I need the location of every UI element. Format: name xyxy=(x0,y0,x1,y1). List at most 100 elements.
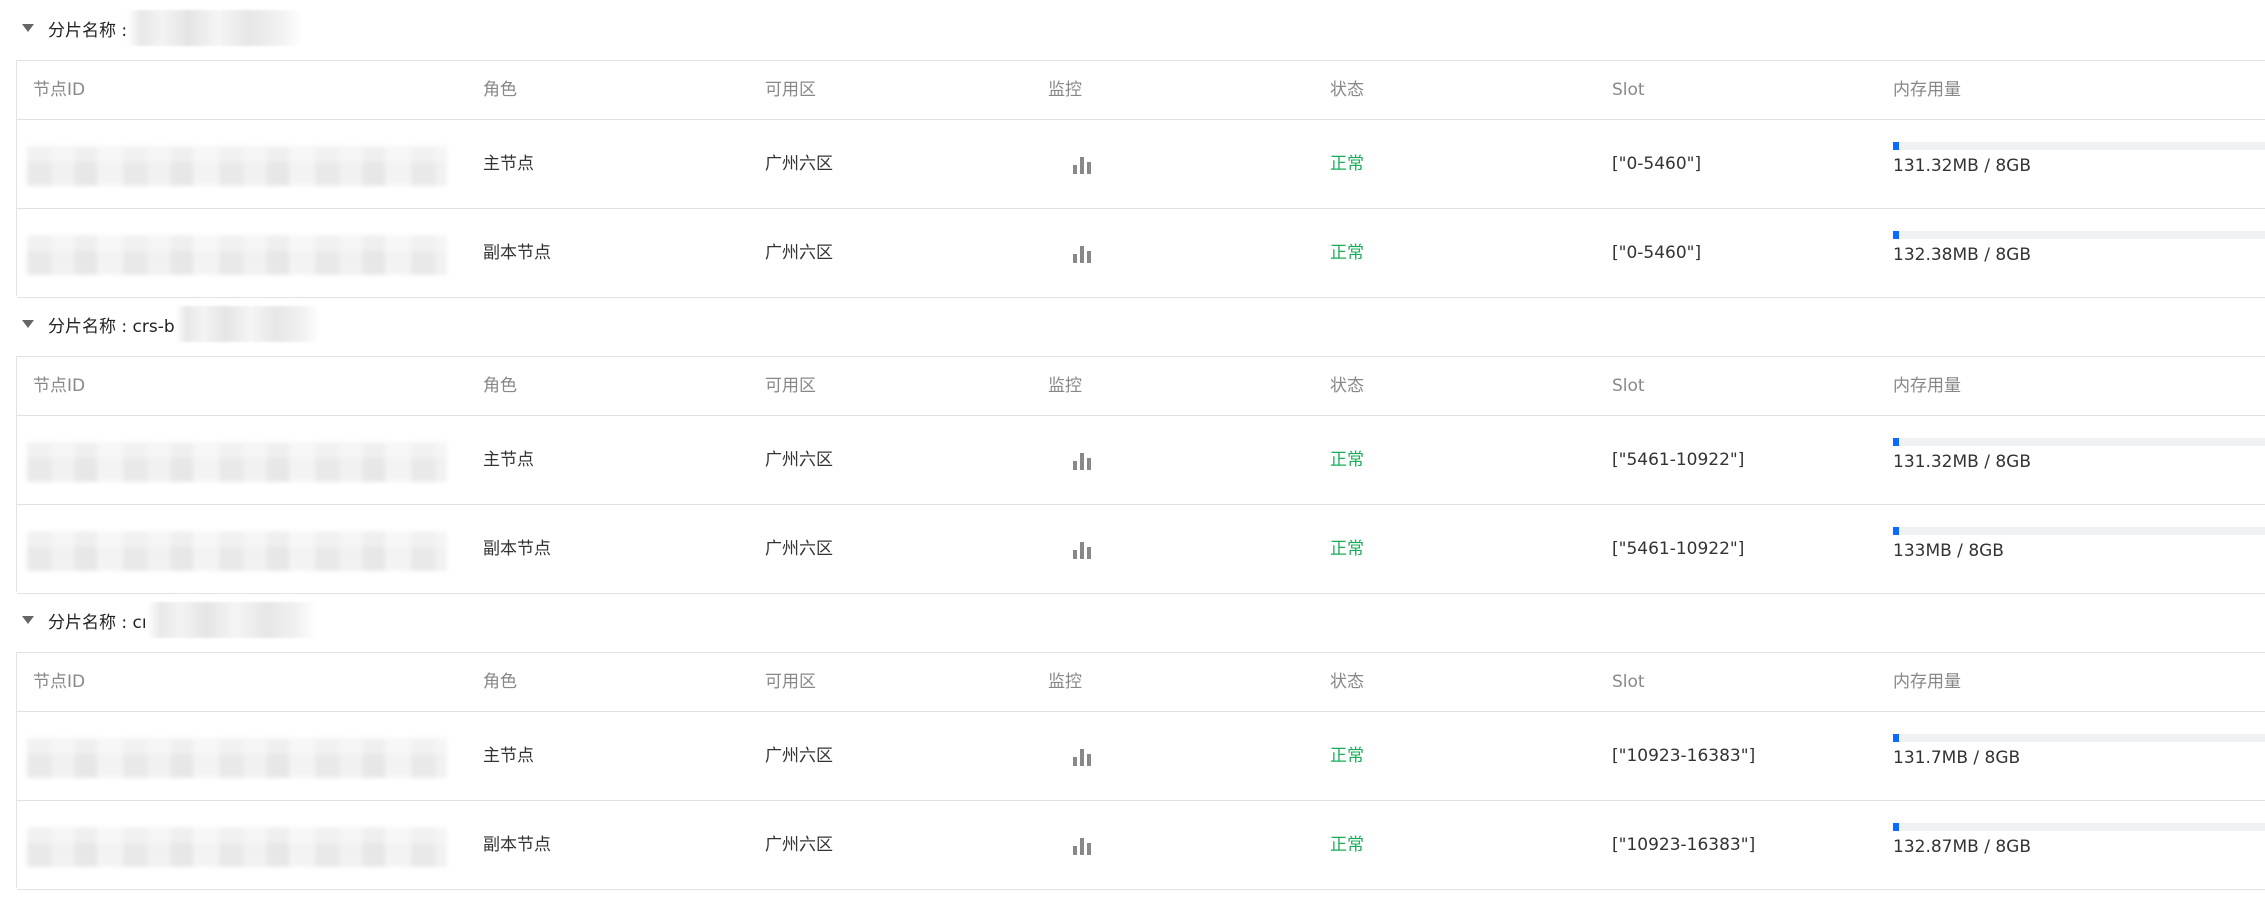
column-header-node-id: 节点ID xyxy=(33,80,86,100)
cell-role: 主节点 xyxy=(483,746,534,766)
redacted-node-id xyxy=(27,738,447,778)
memory-usage-bar xyxy=(1893,142,2265,150)
column-header-role: 角色 xyxy=(483,376,517,396)
memory-usage-bar xyxy=(1893,231,2265,239)
cell-role: 副本节点 xyxy=(483,243,551,263)
column-header-slot: Slot xyxy=(1612,80,1645,100)
cell-status: 正常 xyxy=(1330,835,1364,855)
bar-chart-icon[interactable] xyxy=(1071,746,1093,768)
cell-slot: ["5461-10922"] xyxy=(1612,539,1745,559)
cell-slot: ["10923-16383"] xyxy=(1612,835,1756,855)
memory-usage-fill xyxy=(1893,231,1899,239)
cell-role: 主节点 xyxy=(483,450,534,470)
table-row: 副本节点 广州六区 正常 ["5461-10922"] 133MB / 8GB xyxy=(17,505,2265,594)
redacted-node-id xyxy=(27,827,447,867)
cell-status: 正常 xyxy=(1330,450,1364,470)
shard-header[interactable]: 分片名称 : cı xyxy=(20,592,520,648)
memory-usage-bar xyxy=(1893,734,2265,742)
cell-slot: ["0-5460"] xyxy=(1612,243,1702,263)
shard-name-label: 分片名称 : crs-b xyxy=(48,316,175,337)
shard-name-label: 分片名称 : cı xyxy=(48,612,147,633)
bar-chart-icon[interactable] xyxy=(1071,243,1093,265)
column-header-memory: 内存用量 xyxy=(1893,376,1961,396)
caret-down-icon[interactable] xyxy=(22,24,34,32)
memory-usage-fill xyxy=(1893,527,1899,535)
memory-usage-fill xyxy=(1893,823,1899,831)
redacted-shard-name xyxy=(127,10,303,46)
column-header-monitor: 监控 xyxy=(1048,80,1082,100)
column-header-monitor: 监控 xyxy=(1048,376,1082,396)
memory-usage-text: 132.38MB / 8GB xyxy=(1893,245,2032,265)
cell-zone: 广州六区 xyxy=(765,154,833,174)
cell-slot: ["5461-10922"] xyxy=(1612,450,1745,470)
memory-usage-text: 131.32MB / 8GB xyxy=(1893,156,2032,176)
cell-zone: 广州六区 xyxy=(765,243,833,263)
table-row: 主节点 广州六区 正常 ["0-5460"] 131.32MB / 8GB xyxy=(17,120,2265,209)
bar-chart-icon[interactable] xyxy=(1071,835,1093,857)
column-header-status: 状态 xyxy=(1330,80,1364,100)
bar-chart-icon[interactable] xyxy=(1071,450,1093,472)
cell-zone: 广州六区 xyxy=(765,746,833,766)
cell-zone: 广州六区 xyxy=(765,450,833,470)
shard-list: 分片名称 : 节点ID 角色 可用区 监控 状态 Slot 内存用量 主节点 广… xyxy=(0,0,2265,902)
column-header-zone: 可用区 xyxy=(765,80,816,100)
node-table: 节点ID 角色 可用区 监控 状态 Slot 内存用量 主节点 广州六区 正常 … xyxy=(16,652,2265,890)
memory-usage-text: 131.7MB / 8GB xyxy=(1893,748,2021,768)
cell-slot: ["10923-16383"] xyxy=(1612,746,1756,766)
memory-usage-text: 131.32MB / 8GB xyxy=(1893,452,2032,472)
cell-status: 正常 xyxy=(1330,243,1364,263)
cell-slot: ["0-5460"] xyxy=(1612,154,1702,174)
memory-usage-bar xyxy=(1893,823,2265,831)
memory-usage-text: 133MB / 8GB xyxy=(1893,541,2004,561)
table-row: 主节点 广州六区 正常 ["10923-16383"] 131.7MB / 8G… xyxy=(17,712,2265,801)
memory-usage-text: 132.87MB / 8GB xyxy=(1893,837,2032,857)
memory-usage-fill xyxy=(1893,734,1899,742)
column-header-role: 角色 xyxy=(483,80,517,100)
caret-down-icon[interactable] xyxy=(22,616,34,624)
table-row: 副本节点 广州六区 正常 ["10923-16383"] 132.87MB / … xyxy=(17,801,2265,890)
redacted-node-id xyxy=(27,146,447,186)
cell-status: 正常 xyxy=(1330,154,1364,174)
shard-header[interactable]: 分片名称 : xyxy=(20,0,520,56)
table-header: 节点ID 角色 可用区 监控 状态 Slot 内存用量 xyxy=(17,60,2265,120)
cell-zone: 广州六区 xyxy=(765,835,833,855)
cell-zone: 广州六区 xyxy=(765,539,833,559)
redacted-node-id xyxy=(27,235,447,275)
cell-role: 副本节点 xyxy=(483,835,551,855)
column-header-memory: 内存用量 xyxy=(1893,672,1961,692)
cell-role: 主节点 xyxy=(483,154,534,174)
column-header-slot: Slot xyxy=(1612,376,1645,396)
column-header-memory: 内存用量 xyxy=(1893,80,1961,100)
memory-usage-fill xyxy=(1893,142,1899,150)
redacted-shard-name xyxy=(146,602,317,638)
column-header-node-id: 节点ID xyxy=(33,672,86,692)
shard-header[interactable]: 分片名称 : crs-b xyxy=(20,296,520,352)
memory-usage-bar xyxy=(1893,438,2265,446)
column-header-slot: Slot xyxy=(1612,672,1645,692)
cell-status: 正常 xyxy=(1330,539,1364,559)
column-header-node-id: 节点ID xyxy=(33,376,86,396)
column-header-monitor: 监控 xyxy=(1048,672,1082,692)
node-table: 节点ID 角色 可用区 监控 状态 Slot 内存用量 主节点 广州六区 正常 … xyxy=(16,356,2265,594)
table-header: 节点ID 角色 可用区 监控 状态 Slot 内存用量 xyxy=(17,356,2265,416)
table-row: 主节点 广州六区 正常 ["5461-10922"] 131.32MB / 8G… xyxy=(17,416,2265,505)
caret-down-icon[interactable] xyxy=(22,320,34,328)
memory-usage-fill xyxy=(1893,438,1899,446)
cell-role: 副本节点 xyxy=(483,539,551,559)
redacted-node-id xyxy=(27,531,447,571)
column-header-role: 角色 xyxy=(483,672,517,692)
shard-name-label: 分片名称 : xyxy=(48,20,128,41)
table-row: 副本节点 广州六区 正常 ["0-5460"] 132.38MB / 8GB xyxy=(17,209,2265,298)
node-table: 节点ID 角色 可用区 监控 状态 Slot 内存用量 主节点 广州六区 正常 … xyxy=(16,60,2265,298)
memory-usage-bar xyxy=(1893,527,2265,535)
cell-status: 正常 xyxy=(1330,746,1364,766)
column-header-zone: 可用区 xyxy=(765,672,816,692)
redacted-shard-name xyxy=(174,306,320,342)
bar-chart-icon[interactable] xyxy=(1071,154,1093,176)
column-header-zone: 可用区 xyxy=(765,376,816,396)
bar-chart-icon[interactable] xyxy=(1071,539,1093,561)
redacted-node-id xyxy=(27,442,447,482)
column-header-status: 状态 xyxy=(1330,672,1364,692)
column-header-status: 状态 xyxy=(1330,376,1364,396)
table-header: 节点ID 角色 可用区 监控 状态 Slot 内存用量 xyxy=(17,652,2265,712)
